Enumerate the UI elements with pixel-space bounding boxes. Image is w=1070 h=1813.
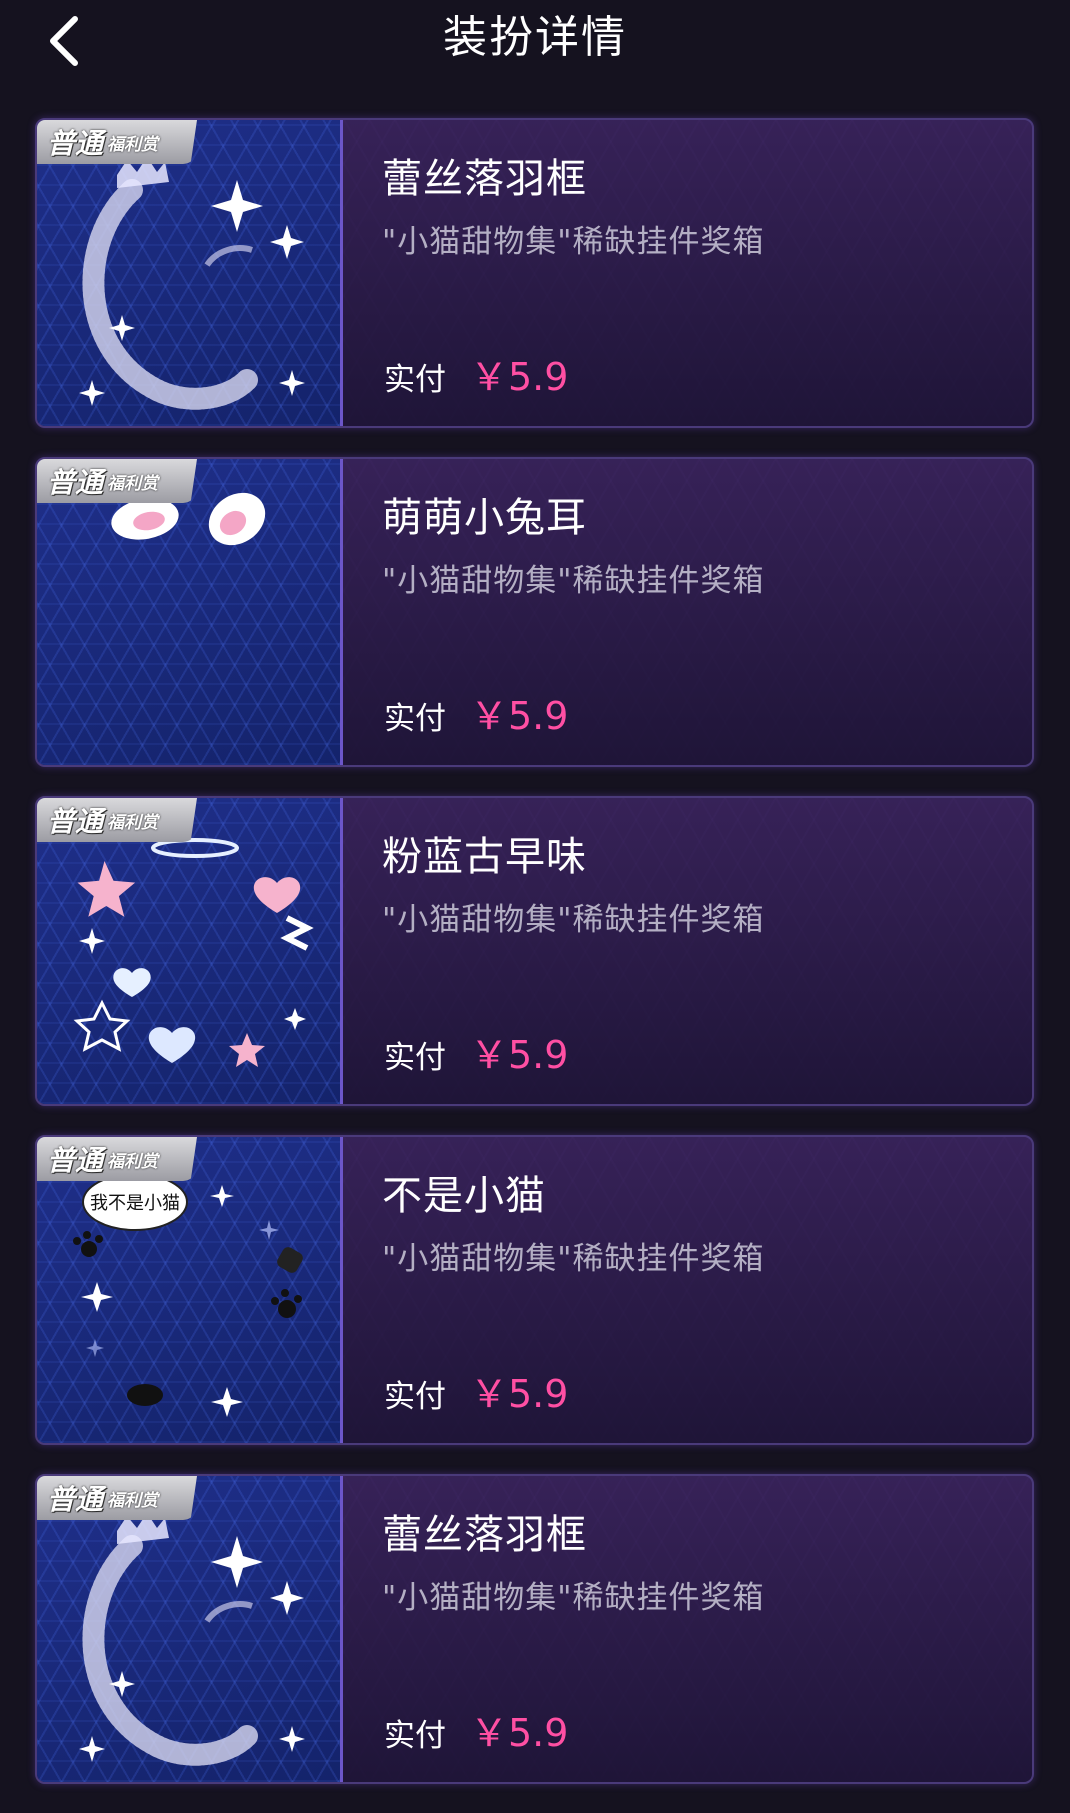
item-name: 萌萌小兔耳	[382, 495, 587, 541]
payment-row: 实付 ￥5.9	[384, 1363, 568, 1418]
item-list: 普通 福利赏 蕾丝落羽框 "小猫甜物集"稀缺挂件奖箱 实付 ￥5.9 普通 福利…	[35, 118, 1034, 1813]
list-item[interactable]: 普通 福利赏 粉蓝古早味 "小猫甜物集"稀缺挂件奖箱 实付 ￥5.9	[35, 796, 1034, 1106]
price: ￥5.9	[470, 1711, 569, 1755]
price: ￥5.9	[470, 694, 569, 738]
item-name: 不是小猫	[382, 1173, 546, 1219]
pink-blue-retro-frame-art	[73, 838, 314, 1067]
top-bar: 装扮详情	[0, 0, 1070, 90]
item-thumbnail: 我不是小猫 普通 福利赏	[37, 1137, 343, 1443]
item-thumbnail: 普通 福利赏	[37, 459, 343, 765]
item-thumbnail: 普通 福利赏	[37, 120, 343, 426]
rarity-badge: 普通 福利赏	[37, 459, 197, 503]
item-source: "小猫甜物集"稀缺挂件奖箱	[382, 1241, 765, 1277]
item-name: 蕾丝落羽框	[382, 1512, 587, 1558]
price: ￥5.9	[470, 1033, 569, 1077]
list-item[interactable]: 我不是小猫 普通 福利赏 不是小猫 "小猫甜物集"稀缺挂件奖箱 实付 ￥5.9	[35, 1135, 1034, 1445]
badge-sub-label: 福利赏	[107, 1151, 159, 1172]
item-name: 蕾丝落羽框	[382, 156, 587, 202]
pay-label: 实付	[384, 362, 446, 398]
price: ￥5.9	[470, 1372, 569, 1416]
badge-sub-label: 福利赏	[107, 134, 159, 155]
item-source: "小猫甜物集"稀缺挂件奖箱	[382, 563, 765, 599]
lace-feather-frame-art	[79, 1513, 305, 1766]
price: ￥5.9	[470, 355, 569, 399]
rarity-badge: 普通 福利赏	[37, 1476, 197, 1520]
badge-sub-label: 福利赏	[107, 812, 159, 833]
bunny-ears-art	[111, 492, 266, 546]
pay-label: 实付	[384, 1718, 446, 1754]
badge-sub-label: 福利赏	[107, 1490, 159, 1511]
pay-label: 实付	[384, 1040, 446, 1076]
pay-label: 实付	[384, 1379, 446, 1415]
not-a-cat-frame-art: 我不是小猫	[73, 1173, 303, 1417]
badge-main-label: 普通	[47, 466, 104, 499]
item-name: 粉蓝古早味	[382, 834, 587, 880]
badge-main-label: 普通	[47, 805, 104, 838]
list-item[interactable]: 普通 福利赏 萌萌小兔耳 "小猫甜物集"稀缺挂件奖箱 实付 ￥5.9	[35, 457, 1034, 767]
rarity-badge: 普通 福利赏	[37, 1137, 197, 1181]
rarity-badge: 普通 福利赏	[37, 120, 197, 164]
payment-row: 实付 ￥5.9	[384, 1024, 568, 1079]
list-item[interactable]: 普通 福利赏 蕾丝落羽框 "小猫甜物集"稀缺挂件奖箱 实付 ￥5.9	[35, 118, 1034, 428]
lace-feather-frame-art	[79, 157, 305, 410]
payment-row: 实付 ￥5.9	[384, 1702, 568, 1757]
item-source: "小猫甜物集"稀缺挂件奖箱	[382, 902, 765, 938]
payment-row: 实付 ￥5.9	[384, 685, 568, 740]
list-item[interactable]: 普通 福利赏 蕾丝落羽框 "小猫甜物集"稀缺挂件奖箱 实付 ￥5.9	[35, 1474, 1034, 1784]
page-title: 装扮详情	[443, 12, 627, 63]
speech-bubble-text: 我不是小猫	[90, 1193, 180, 1214]
badge-sub-label: 福利赏	[107, 473, 159, 494]
badge-main-label: 普通	[47, 1483, 104, 1516]
rarity-badge: 普通 福利赏	[37, 798, 197, 842]
payment-row: 实付 ￥5.9	[384, 346, 568, 401]
item-source: "小猫甜物集"稀缺挂件奖箱	[382, 224, 765, 260]
item-thumbnail: 普通 福利赏	[37, 1476, 343, 1782]
item-source: "小猫甜物集"稀缺挂件奖箱	[382, 1580, 765, 1616]
item-thumbnail: 普通 福利赏	[37, 798, 343, 1104]
badge-main-label: 普通	[47, 1144, 104, 1177]
pay-label: 实付	[384, 701, 446, 737]
badge-main-label: 普通	[47, 127, 104, 160]
